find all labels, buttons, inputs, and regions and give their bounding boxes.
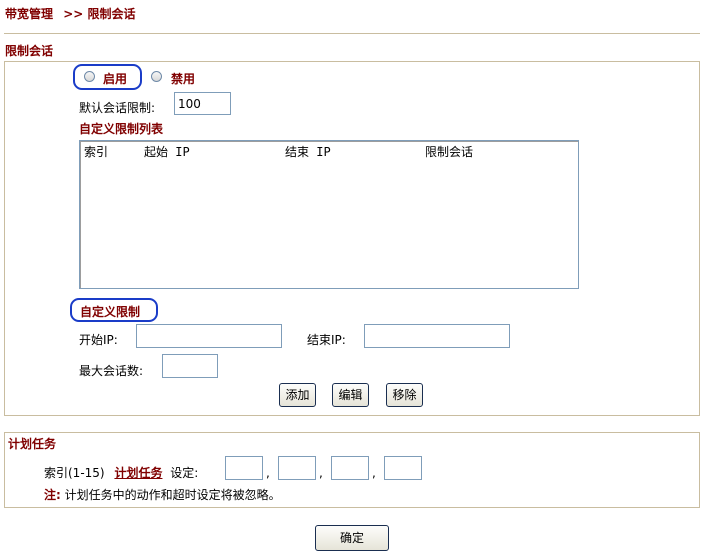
start-ip-label: 开始IP:	[79, 333, 118, 347]
ok-button[interactable]: 确定	[315, 525, 389, 551]
max-sessions-input[interactable]	[162, 354, 218, 378]
schedule-input-3[interactable]	[331, 456, 369, 480]
schedule-input-1[interactable]	[225, 456, 263, 480]
schedule-index-text: 索引(1-15)	[44, 466, 105, 480]
section-title-schedule: 计划任务	[8, 437, 57, 451]
schedule-sep-1: ,	[266, 466, 270, 480]
enable-label[interactable]: 启用	[103, 70, 127, 87]
breadcrumb-separator: >>	[63, 7, 84, 21]
max-sessions-label: 最大会话数:	[79, 364, 144, 378]
schedule-note: 注: 计划任务中的动作和超时设定将被忽略。	[44, 486, 281, 503]
schedule-setting-label: 设定:	[170, 466, 199, 480]
end-ip-input[interactable]	[364, 324, 510, 348]
default-limit-label: 默认会话限制:	[79, 101, 156, 115]
schedule-input-4[interactable]	[384, 456, 422, 480]
list-col-limit: 限制会话	[425, 145, 474, 159]
list-col-index: 索引	[84, 145, 109, 159]
note-text: 计划任务中的动作和超时设定将被忽略。	[64, 488, 281, 502]
breadcrumb-current: 限制会话	[87, 7, 136, 21]
breadcrumb-root: 带宽管理	[5, 7, 54, 21]
disable-radio[interactable]	[151, 71, 162, 82]
default-limit-input[interactable]	[174, 92, 231, 115]
custom-list-title: 自定义限制列表	[79, 122, 164, 136]
schedule-sep-2: ,	[319, 466, 323, 480]
schedule-link[interactable]: 计划任务	[114, 466, 162, 480]
header-divider	[4, 33, 700, 34]
custom-limit-listbox[interactable]: 索引 起始 IP 结束 IP 限制会话	[79, 140, 579, 289]
custom-limit-title: 自定义限制	[80, 305, 141, 319]
schedule-sep-3: ,	[372, 466, 376, 480]
end-ip-label: 结束IP:	[307, 333, 346, 347]
breadcrumb: 带宽管理 >> 限制会话	[5, 5, 136, 22]
schedule-input-2[interactable]	[278, 456, 316, 480]
enable-radio[interactable]	[84, 71, 95, 82]
remove-button[interactable]: 移除	[386, 383, 423, 407]
list-col-start-ip: 起始 IP	[144, 145, 190, 159]
disable-label[interactable]: 禁用	[171, 70, 195, 87]
add-button[interactable]: 添加	[279, 383, 316, 407]
section-title-session: 限制会话	[5, 44, 54, 58]
edit-button[interactable]: 编辑	[332, 383, 369, 407]
start-ip-input[interactable]	[136, 324, 282, 348]
list-col-end-ip: 结束 IP	[285, 145, 331, 159]
note-prefix: 注:	[44, 488, 61, 502]
schedule-index-label: 索引(1-15) 计划任务 设定:	[44, 464, 198, 481]
